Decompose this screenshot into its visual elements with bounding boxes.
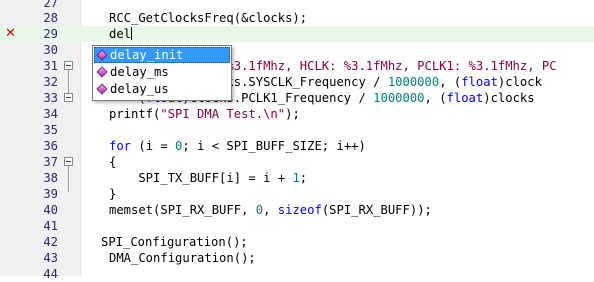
code-text[interactable]: } — [109, 186, 594, 202]
line-number: 29 — [43, 27, 58, 41]
code-line[interactable]: 37 { — [0, 154, 594, 170]
function-icon — [96, 66, 108, 78]
code-line[interactable]: 31 %3.1fMhz, HCLK: %3.1fMhz, PCLK1: %3.1… — [0, 58, 594, 74]
line-number: 40 — [43, 203, 58, 217]
autocomplete-item-label: delay_us — [110, 82, 169, 96]
text-caret — [131, 27, 133, 40]
fold-end-icon[interactable] — [64, 93, 73, 102]
line-number: 37 — [43, 155, 58, 169]
code-line[interactable]: 42 SPI_Configuration(); — [0, 234, 594, 250]
code-line[interactable]: 34 printf("SPI DMA Test.\n"); — [0, 106, 594, 122]
code-line[interactable]: 43 DMA_Configuration(); — [0, 250, 594, 266]
line-number: 39 — [43, 187, 58, 201]
code-line[interactable]: 33 (float)clocks.PCLK1_Frequency / 10000… — [0, 90, 594, 106]
code-text[interactable]: printf("SPI DMA Test.\n"); — [109, 106, 594, 122]
line-number: 28 — [43, 11, 58, 25]
autocomplete-item-delay-init[interactable]: delay_init — [94, 47, 230, 63]
line-number: 32 — [43, 75, 58, 89]
code-line[interactable]: 40 memset(SPI_RX_BUFF, 0, sizeof(SPI_RX_… — [0, 202, 594, 218]
line-number: 30 — [43, 43, 58, 57]
code-text[interactable]: DMA_Configuration(); — [109, 250, 594, 266]
code-line[interactable]: 35 — [0, 122, 594, 138]
line-number: 35 — [43, 123, 58, 137]
code-line[interactable]: 39 } — [0, 186, 594, 202]
autocomplete-item-delay-ms[interactable]: delay_ms — [94, 64, 230, 80]
line-number: 44 — [43, 267, 58, 281]
code-line[interactable]: 36 for (i = 0; i < SPI_BUFF_SIZE; i++) — [0, 138, 594, 154]
code-line[interactable]: 44 — [0, 266, 594, 282]
autocomplete-popup[interactable]: delay_init delay_ms delay_us — [92, 45, 232, 101]
code-line[interactable]: 30 — [0, 42, 594, 58]
code-text[interactable]: SPI_TX_BUFF[i] = i + 1; — [109, 170, 594, 186]
autocomplete-item-label: delay_ms — [110, 65, 169, 79]
fold-collapse-icon[interactable] — [64, 157, 73, 166]
line-number: 34 — [43, 107, 58, 121]
function-icon — [96, 49, 108, 61]
code-text[interactable]: del — [109, 26, 594, 42]
line-number: 43 — [43, 251, 58, 265]
line-number: 33 — [43, 91, 58, 105]
function-icon — [96, 83, 108, 95]
code-text[interactable]: RCC_GetClocksFreq(&clocks); — [109, 10, 594, 26]
line-number: 42 — [43, 235, 58, 249]
code-text[interactable]: SPI_Configuration(); — [101, 234, 594, 250]
code-line[interactable]: 41 — [0, 218, 594, 234]
line-number: 38 — [43, 171, 58, 185]
fold-collapse-icon[interactable] — [64, 61, 73, 70]
code-line[interactable]: 32 clocks.SYSCLK_Frequency / 1000000, (f… — [0, 74, 594, 90]
autocomplete-item-label: delay_init — [110, 48, 184, 62]
code-text[interactable]: { — [109, 154, 594, 170]
code-line[interactable]: 28 RCC_GetClocksFreq(&clocks); — [0, 10, 594, 26]
code-text[interactable]: memset(SPI_RX_BUFF, 0, sizeof(SPI_RX_BUF… — [109, 202, 594, 218]
line-number: 36 — [43, 139, 58, 153]
code-line[interactable]: 38 SPI_TX_BUFF[i] = i + 1; — [0, 170, 594, 186]
autocomplete-item-delay-us[interactable]: delay_us — [94, 81, 230, 97]
line-number: 41 — [43, 219, 58, 233]
code-text[interactable]: for (i = 0; i < SPI_BUFF_SIZE; i++) — [109, 138, 594, 154]
line-number: 31 — [43, 59, 58, 73]
code-line-current[interactable]: ✕ 29 del — [0, 26, 594, 42]
typed-text: del — [109, 27, 132, 41]
